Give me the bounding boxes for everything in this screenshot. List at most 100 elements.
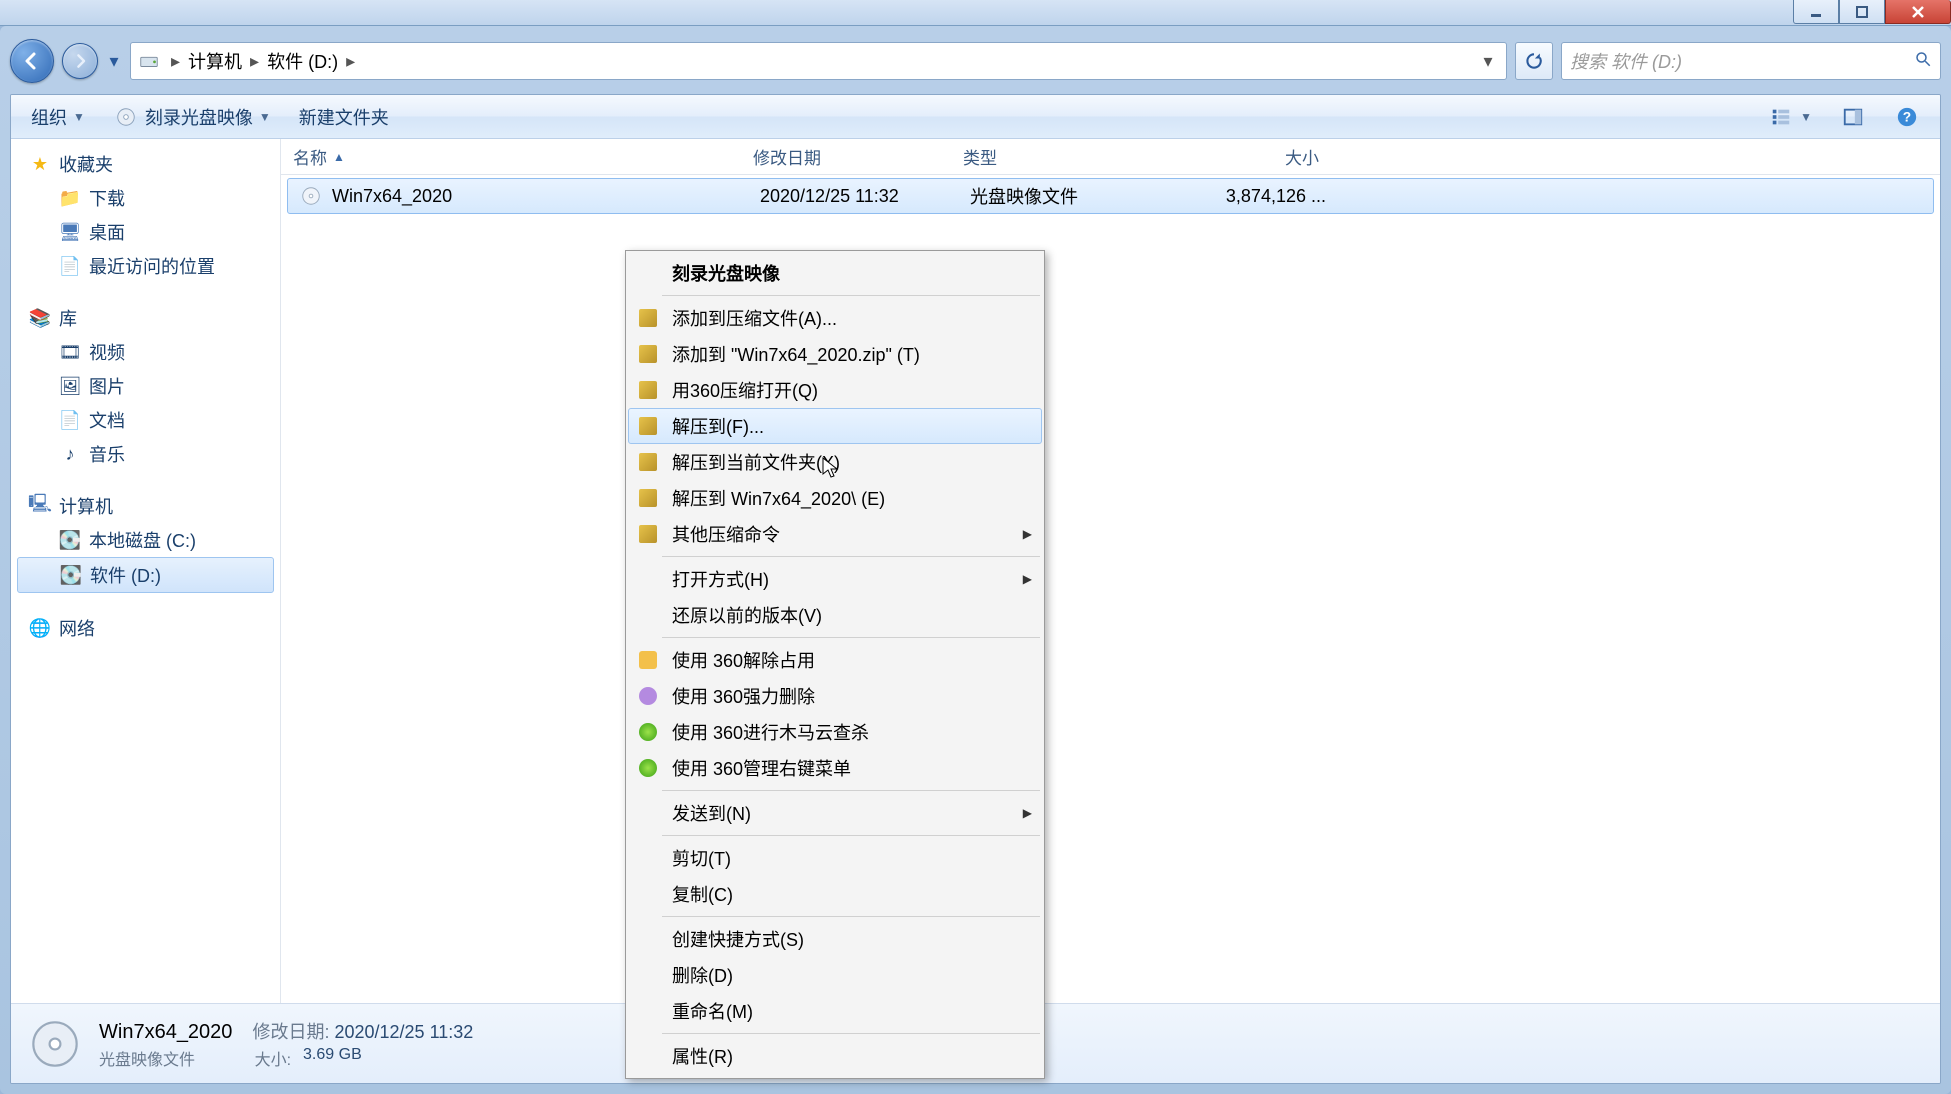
sidebar-item-recent[interactable]: 📄 最近访问的位置 <box>11 249 280 283</box>
breadcrumb-computer[interactable]: 计算机 <box>184 48 246 74</box>
help-button[interactable]: ? <box>1884 100 1930 134</box>
breadcrumb-separator: ▸ <box>246 51 263 72</box>
360-icon <box>636 756 660 780</box>
ctx-360-force-delete[interactable]: 使用 360强力删除 <box>628 678 1042 714</box>
file-list-area: 名称▲ 修改日期 类型 大小 Win7x64_2020 2020/12/25 1… <box>281 139 1940 1003</box>
sidebar-libraries-header[interactable]: 📚 库 <box>11 301 280 335</box>
ctx-open-with[interactable]: 打开方式(H)▶ <box>628 561 1042 597</box>
close-button[interactable] <box>1885 0 1951 24</box>
network-icon: 🌐 <box>29 617 51 639</box>
column-date[interactable]: 修改日期 <box>741 144 951 169</box>
ctx-add-to-archive[interactable]: 添加到压缩文件(A)... <box>628 300 1042 336</box>
sidebar-item-c-drive[interactable]: 💽本地磁盘 (C:) <box>11 523 280 557</box>
archive-icon <box>636 414 660 438</box>
new-folder-button[interactable]: 新建文件夹 <box>289 100 399 134</box>
burn-image-button[interactable]: 刻录光盘映像 ▼ <box>103 100 281 134</box>
pictures-icon: 🖼 <box>59 375 81 397</box>
ctx-cut[interactable]: 剪切(T) <box>628 840 1042 876</box>
ctx-send-to[interactable]: 发送到(N)▶ <box>628 795 1042 831</box>
ctx-360-unlock[interactable]: 使用 360解除占用 <box>628 642 1042 678</box>
navigation-sidebar: ★ 收藏夹 📁 下载 🖥 桌面 📄 最近访问的位置 <box>11 139 281 1003</box>
file-name: Win7x64_2020 <box>332 186 452 207</box>
360-icon <box>636 720 660 744</box>
ctx-properties[interactable]: 属性(R) <box>628 1038 1042 1074</box>
view-options-button[interactable]: ▼ <box>1758 100 1822 134</box>
ctx-other-compress[interactable]: 其他压缩命令▶ <box>628 516 1042 552</box>
ctx-open-with-360zip[interactable]: 用360压缩打开(Q) <box>628 372 1042 408</box>
title-bar <box>0 0 1951 26</box>
computer-icon: 🖳 <box>29 495 51 517</box>
ctx-restore-previous[interactable]: 还原以前的版本(V) <box>628 597 1042 633</box>
details-file-type: 光盘映像文件 <box>99 1046 195 1070</box>
chevron-down-icon: ▼ <box>259 110 271 124</box>
ctx-extract-to-folder[interactable]: 解压到 Win7x64_2020\ (E) <box>628 480 1042 516</box>
archive-icon <box>636 486 660 510</box>
sidebar-item-desktop[interactable]: 🖥 桌面 <box>11 215 280 249</box>
submenu-arrow-icon: ▶ <box>1023 572 1032 586</box>
drive-icon: 💽 <box>59 529 81 551</box>
details-size-value: 3.69 GB <box>303 1046 362 1070</box>
chevron-down-icon: ▼ <box>1800 110 1812 124</box>
details-date-value: 2020/12/25 11:32 <box>334 1022 473 1042</box>
sidebar-item-pictures[interactable]: 🖼图片 <box>11 369 280 403</box>
ctx-360-scan[interactable]: 使用 360进行木马云查杀 <box>628 714 1042 750</box>
disc-icon <box>113 104 139 130</box>
sidebar-item-music[interactable]: ♪音乐 <box>11 437 280 471</box>
archive-icon <box>636 342 660 366</box>
file-size: 3,874,126 ... <box>1168 186 1338 207</box>
drive-icon <box>137 49 161 73</box>
address-dropdown-icon[interactable]: ▾ <box>1476 51 1500 72</box>
address-bar[interactable]: ▸ 计算机 ▸ 软件 (D:) ▸ ▾ <box>130 42 1507 80</box>
sidebar-item-d-drive[interactable]: 💽软件 (D:) <box>17 557 274 593</box>
360-icon <box>636 648 660 672</box>
file-row[interactable]: Win7x64_2020 2020/12/25 11:32 光盘映像文件 3,8… <box>287 178 1934 214</box>
chevron-down-icon: ▼ <box>73 110 85 124</box>
submenu-arrow-icon: ▶ <box>1023 806 1032 820</box>
ctx-rename[interactable]: 重命名(M) <box>628 993 1042 1029</box>
forward-button[interactable] <box>62 43 98 79</box>
ctx-create-shortcut[interactable]: 创建快捷方式(S) <box>628 921 1042 957</box>
sidebar-network-header[interactable]: 🌐 网络 <box>11 611 280 645</box>
breadcrumb-separator: ▸ <box>167 51 184 72</box>
search-input[interactable]: 搜索 软件 (D:) <box>1561 42 1941 80</box>
column-type[interactable]: 类型 <box>951 144 1161 169</box>
details-size-label: 大小: <box>255 1046 291 1070</box>
ctx-burn-image[interactable]: 刻录光盘映像 <box>628 255 1042 291</box>
details-date-label: 修改日期: <box>252 1022 329 1042</box>
file-date: 2020/12/25 11:32 <box>748 186 958 207</box>
ctx-copy[interactable]: 复制(C) <box>628 876 1042 912</box>
archive-icon <box>636 522 660 546</box>
context-menu: 刻录光盘映像 添加到压缩文件(A)... 添加到 "Win7x64_2020.z… <box>625 250 1045 1079</box>
ctx-delete[interactable]: 删除(D) <box>628 957 1042 993</box>
navigation-row: ▾ ▸ 计算机 ▸ 软件 (D:) ▸ ▾ 搜索 软件 (D:) <box>10 36 1941 86</box>
sidebar-item-documents[interactable]: 📄文档 <box>11 403 280 437</box>
sort-asc-icon: ▲ <box>333 150 345 164</box>
organize-button[interactable]: 组织 ▼ <box>21 100 95 134</box>
ctx-add-to-zip[interactable]: 添加到 "Win7x64_2020.zip" (T) <box>628 336 1042 372</box>
sidebar-computer-header[interactable]: 🖳 计算机 <box>11 489 280 523</box>
folder-icon: 📁 <box>59 187 81 209</box>
music-icon: ♪ <box>59 443 81 465</box>
breadcrumb-drive[interactable]: 软件 (D:) <box>263 48 342 74</box>
column-name[interactable]: 名称▲ <box>281 144 741 169</box>
preview-pane-button[interactable] <box>1830 100 1876 134</box>
submenu-arrow-icon: ▶ <box>1023 527 1032 541</box>
breadcrumb-separator: ▸ <box>342 51 359 72</box>
sidebar-item-videos[interactable]: 🎞视频 <box>11 335 280 369</box>
back-button[interactable] <box>10 39 54 83</box>
search-icon <box>1914 50 1932 73</box>
disc-large-icon <box>27 1016 83 1072</box>
ctx-extract-here[interactable]: 解压到当前文件夹(X) <box>628 444 1042 480</box>
column-size[interactable]: 大小 <box>1161 144 1331 169</box>
maximize-button[interactable] <box>1839 0 1885 24</box>
nav-history-dropdown[interactable]: ▾ <box>106 41 122 81</box>
minimize-button[interactable] <box>1793 0 1839 24</box>
refresh-button[interactable] <box>1515 42 1553 80</box>
sidebar-favorites-header[interactable]: ★ 收藏夹 <box>11 147 280 181</box>
iso-file-icon <box>300 185 322 207</box>
ctx-extract-to[interactable]: 解压到(F)... <box>628 408 1042 444</box>
toolbar: 组织 ▼ 刻录光盘映像 ▼ 新建文件夹 ▼ <box>11 95 1940 139</box>
ctx-360-manage-menu[interactable]: 使用 360管理右键菜单 <box>628 750 1042 786</box>
sidebar-item-downloads[interactable]: 📁 下载 <box>11 181 280 215</box>
view-icon <box>1768 104 1794 130</box>
